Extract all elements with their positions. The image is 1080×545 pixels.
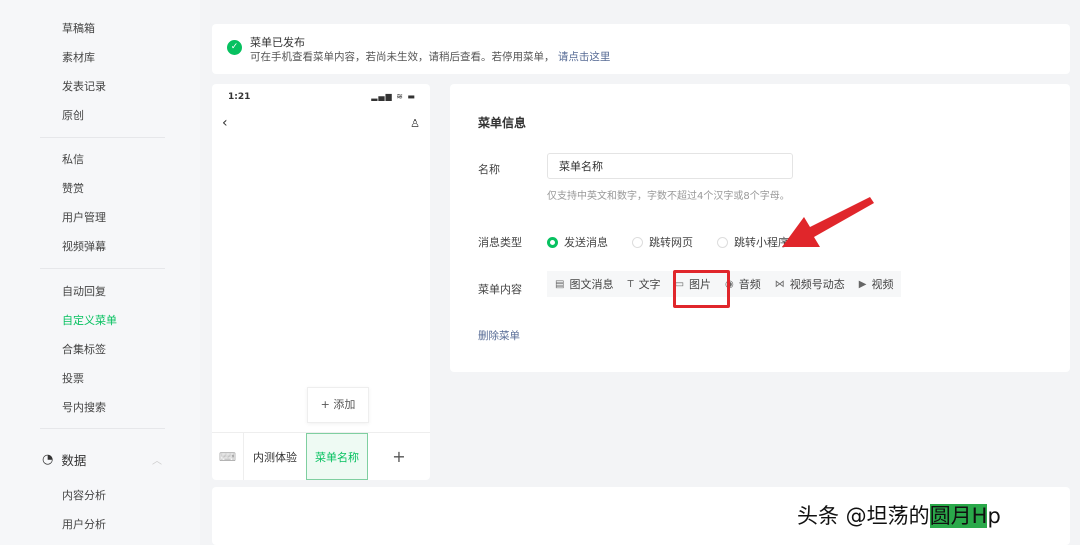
sidebar-item-custom-menu[interactable]: 自定义菜单 [62,312,117,328]
sidebar-item-votes[interactable]: 投票 [62,370,84,386]
sidebar-item-collections[interactable]: 合集标签 [62,341,106,357]
sidebar-item-publish-history[interactable]: 发表记录 [62,78,106,94]
tab-label: 图文消息 [569,278,614,291]
radio-send-message[interactable]: 发送消息 [547,234,608,250]
name-hint: 仅支持中英文和数字，字数不超过4个汉字或8个字母。 [547,191,790,202]
tab-label: 视频号动态 [789,278,845,291]
add-submenu-button[interactable]: + 添加 [307,387,369,423]
back-icon[interactable]: ‹ [222,115,228,131]
editor-title: 菜单信息 [478,116,527,130]
article-icon: ▤ [555,278,565,290]
radio-label: 发送消息 [564,236,608,249]
sidebar: 草稿箱 素材库 发表记录 原创 私信 赞赏 用户管理 视频弹幕 自动回复 自定义… [0,0,200,545]
content-label: 菜单内容 [478,283,522,296]
radio-webpage[interactable]: 跳转网页 [632,234,693,250]
highlight-box [673,270,730,308]
tab-label: 文字 [638,278,661,291]
sidebar-item-rewards[interactable]: 赞赏 [62,180,84,196]
menu-bar: ⌨ 内测体验 菜单名称 + [212,432,430,480]
notice-desc: 可在手机查看菜单内容，若尚未生效，请稍后查看。若停用菜单， 请点击这里 [250,49,610,64]
message-type-radios: 发送消息 跳转网页 跳转小程序 [547,234,789,250]
watermark: 头条 @坦荡的圆月Hp [797,500,1001,530]
sidebar-group-label: 数据 [61,453,87,468]
channels-icon: ⋈ [774,278,785,290]
watermark-prefix: 头条 @坦荡的 [797,504,930,528]
sidebar-item-search[interactable]: 号内搜索 [62,399,106,415]
tab-article[interactable]: ▤ 图文消息 [555,276,613,292]
menu-item-selected[interactable]: 菜单名称 [306,433,368,480]
divider [40,428,165,429]
delete-menu-link[interactable]: 删除菜单 [478,328,520,343]
tab-video[interactable]: ▶ 视频 [859,276,894,292]
radio-dot [632,236,643,248]
sidebar-item-materials[interactable]: 素材库 [62,49,95,65]
tab-audio[interactable]: ◉ 音频 [725,276,761,292]
sidebar-item-original[interactable]: 原创 [62,107,84,123]
chevron-up-icon[interactable]: ︿ [152,452,162,467]
notice-desc-text: 可在手机查看菜单内容，若尚未生效，请稍后查看。若停用菜单， [250,51,555,63]
menu-name-input[interactable] [547,153,793,179]
sidebar-item-content-analysis[interactable]: 内容分析 [62,487,106,503]
phone-preview: 1:21 ▂▄▆ ≋ ▬ ‹ ♙ + 添加 ⌨ 内测体验 菜单名称 + [212,84,430,480]
menu-item-beta[interactable]: 内测体验 [244,433,306,480]
sidebar-item-user-analysis[interactable]: 用户分析 [62,516,106,532]
user-icon[interactable]: ♙ [410,117,420,130]
menu-editor: 菜单信息 名称 仅支持中英文和数字，字数不超过4个汉字或8个字母。 消息类型 发… [450,84,1070,372]
watermark-suffix: p [987,504,1001,528]
phone-status-icons: ▂▄▆ ≋ ▬ [371,92,416,101]
play-icon: ▶ [858,278,867,290]
sidebar-item-drafts[interactable]: 草稿箱 [62,20,95,36]
tab-text[interactable]: T 文字 [627,276,660,292]
radio-label: 跳转网页 [649,236,693,249]
sidebar-item-auto-reply[interactable]: 自动回复 [62,283,106,299]
sidebar-item-messages[interactable]: 私信 [62,151,84,167]
keyboard-icon[interactable]: ⌨ [212,433,244,480]
divider [40,268,165,269]
notice-title: 菜单已发布 [250,36,305,49]
check-icon: ✓ [227,40,242,55]
add-menu-button[interactable]: + [368,433,430,480]
watermark-highlight: 圆月H [929,504,988,528]
radio-miniprogram[interactable]: 跳转小程序 [717,234,789,250]
disable-menu-link[interactable]: 请点击这里 [558,51,611,63]
pie-chart-icon: ◔ [42,452,54,467]
publish-notice: ✓ 菜单已发布 可在手机查看菜单内容，若尚未生效，请稍后查看。若停用菜单， 请点… [212,24,1070,74]
radio-dot [717,236,728,248]
divider [40,137,165,138]
tab-label: 音频 [738,278,761,291]
radio-dot [547,236,558,248]
type-label: 消息类型 [478,236,522,249]
name-label: 名称 [478,163,500,176]
tab-channel-video[interactable]: ⋈ 视频号动态 [775,276,845,292]
tab-label: 视频 [871,278,894,291]
sidebar-item-danmaku[interactable]: 视频弹幕 [62,238,106,254]
sidebar-item-users[interactable]: 用户管理 [62,209,106,225]
sidebar-group-data[interactable]: ◔ 数据 ︿ [42,450,162,469]
arrow-annotation-icon [782,197,874,247]
text-icon: T [627,278,634,290]
phone-time: 1:21 [228,92,251,102]
